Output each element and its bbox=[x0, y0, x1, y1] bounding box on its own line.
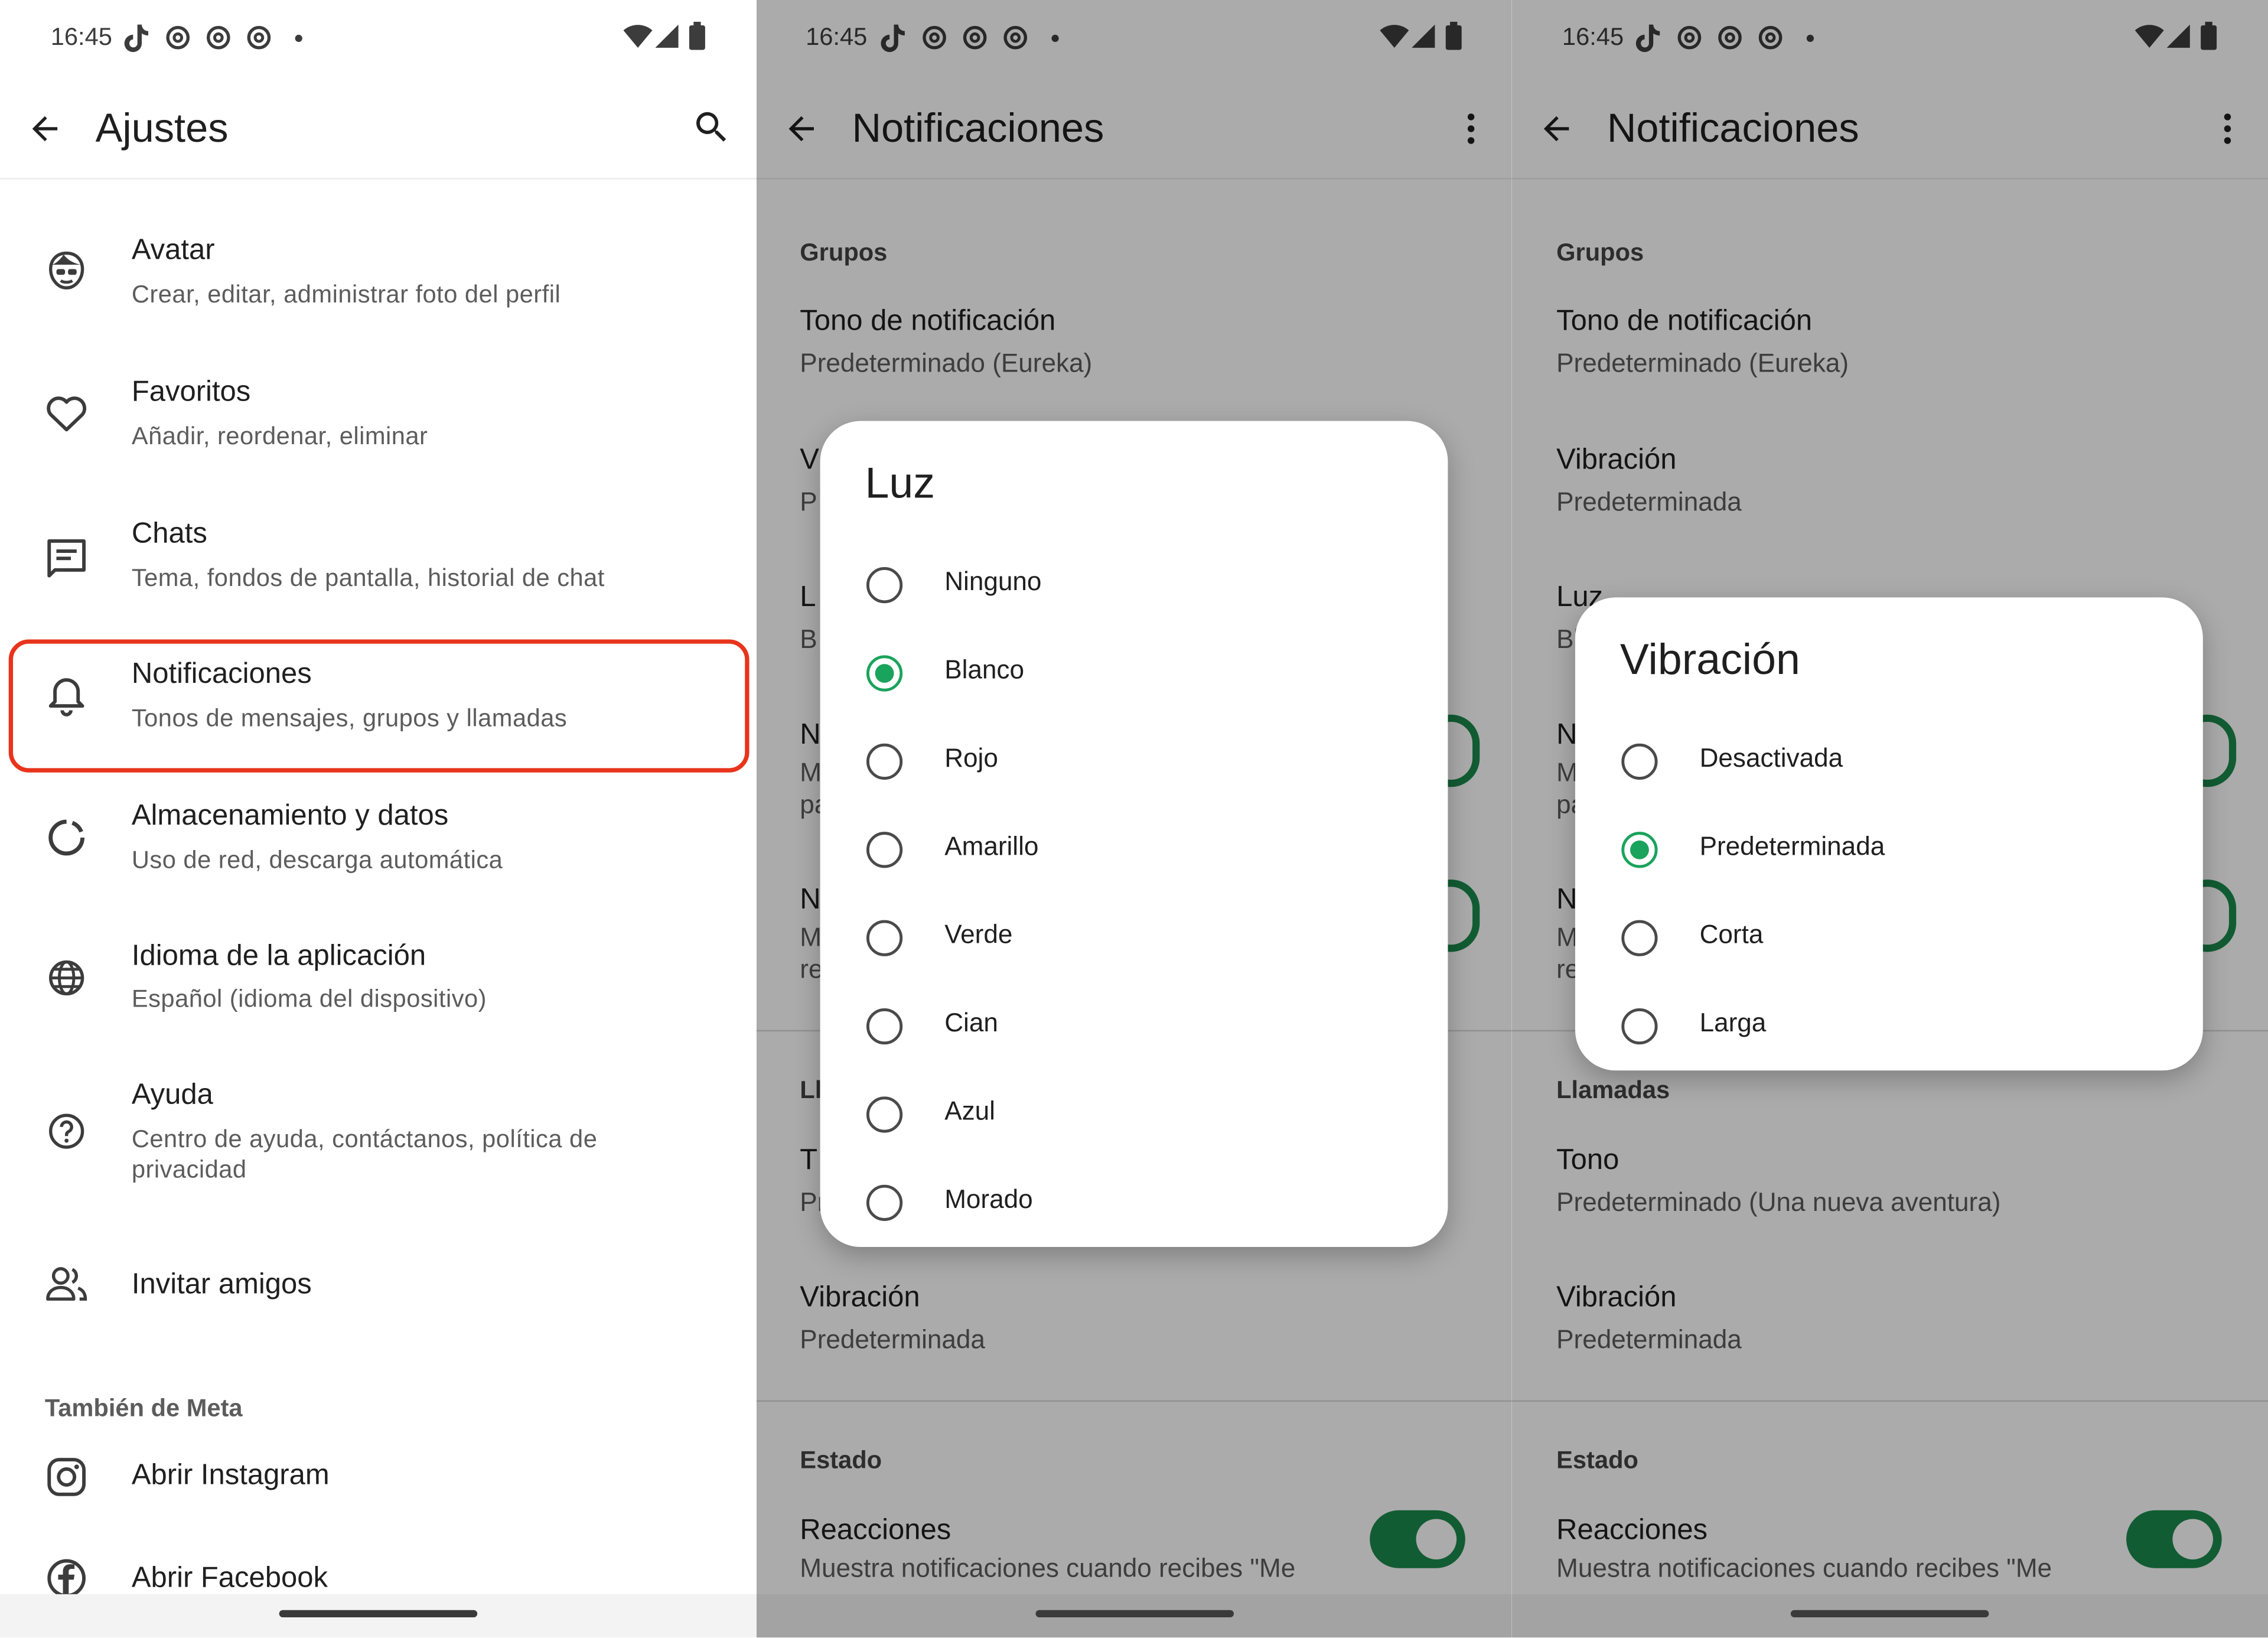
radio-option-label: Corta bbox=[1699, 920, 1764, 949]
settings-item-subtitle: Añadir, reordenar, eliminar bbox=[131, 422, 428, 450]
radio-option-label: Rojo bbox=[944, 743, 998, 773]
settings-item-subtitle: Crear, editar, administrar foto del perf… bbox=[131, 281, 561, 308]
threads-icon bbox=[247, 25, 271, 50]
notification-dot bbox=[295, 34, 302, 43]
instagram-icon bbox=[47, 1458, 86, 1496]
radio-unselected-icon[interactable] bbox=[1621, 1008, 1658, 1045]
threads-icon bbox=[166, 25, 190, 50]
radio-selected-icon[interactable] bbox=[1621, 832, 1658, 868]
page-title: Ajustes bbox=[95, 105, 229, 151]
people-icon bbox=[46, 1267, 87, 1301]
radio-option-morado[interactable]: Morado bbox=[820, 1166, 1448, 1241]
radio-option-verde[interactable]: Verde bbox=[820, 901, 1448, 976]
avatar-face-icon bbox=[49, 251, 84, 290]
radio-unselected-icon[interactable] bbox=[1621, 743, 1658, 780]
radio-option-label: Verde bbox=[944, 920, 1013, 949]
settings-item-title: Idioma de la aplicación bbox=[131, 940, 426, 972]
vibration-dialog: Vibración Desactivada Predeterminada Corta… bbox=[1575, 597, 2203, 1071]
status-time: 16:45 bbox=[50, 23, 112, 51]
settings-item-subtitle: Centro de ayuda, contáctanos, política d… bbox=[131, 1125, 598, 1153]
tiktok-icon bbox=[124, 24, 149, 53]
threads-icon bbox=[206, 25, 230, 50]
settings-item-subtitle: Español (idioma del dispositivo) bbox=[131, 985, 487, 1013]
radio-unselected-icon[interactable] bbox=[866, 1096, 903, 1133]
back-arrow-icon[interactable] bbox=[26, 110, 64, 148]
settings-item-title: Ayuda bbox=[131, 1079, 213, 1111]
light-dialog: Luz Ninguno Blanco Rojo Amarillo Verde Cian Az… bbox=[820, 421, 1448, 1248]
radio-option-azul[interactable]: Azul bbox=[820, 1078, 1448, 1153]
settings-item-title: Invitar amigos bbox=[131, 1268, 312, 1301]
radio-option-cian[interactable]: Cian bbox=[820, 989, 1448, 1064]
settings-item-title: Favoritos bbox=[131, 376, 251, 408]
dialog-title: Luz bbox=[865, 460, 935, 508]
settings-item-title: Avatar bbox=[131, 234, 215, 266]
heart-icon bbox=[47, 396, 87, 432]
globe-icon bbox=[49, 960, 84, 996]
notifications-screen-vibration: 16:45 Notificaciones Grupos Tono de noti… bbox=[1511, 0, 2268, 1638]
settings-item-subtitle: Uso de red, descarga automática bbox=[131, 846, 503, 874]
chat-icon bbox=[47, 539, 86, 578]
radio-unselected-icon[interactable] bbox=[866, 1008, 903, 1045]
battery-icon bbox=[689, 21, 705, 50]
radio-selected-icon[interactable] bbox=[866, 655, 903, 692]
radio-option-desactivada[interactable]: Desactivada bbox=[1575, 725, 2203, 800]
radio-option-corta[interactable]: Corta bbox=[1575, 901, 2203, 976]
radio-option-label: Azul bbox=[944, 1096, 995, 1126]
radio-option-label: Amarillo bbox=[944, 832, 1039, 861]
home-gesture-handle[interactable] bbox=[1790, 1610, 1989, 1617]
radio-option-amarillo[interactable]: Amarillo bbox=[820, 813, 1448, 888]
help-icon bbox=[49, 1113, 84, 1149]
settings-item-title: Almacenamiento y datos bbox=[131, 800, 449, 832]
section-header-meta: También de Meta bbox=[44, 1394, 243, 1422]
radio-unselected-icon[interactable] bbox=[1621, 920, 1658, 956]
search-icon[interactable] bbox=[692, 107, 732, 148]
radio-option-label: Ninguno bbox=[944, 567, 1042, 596]
settings-item-title: Chats bbox=[131, 517, 207, 550]
notifications-screen-light: 16:45 Notificaciones Grupos Tono de noti… bbox=[756, 0, 1512, 1638]
settings-item-subtitle-cont: privacidad bbox=[131, 1155, 247, 1184]
radio-option-label: Desactivada bbox=[1699, 743, 1843, 773]
settings-item-subtitle: Tema, fondos de pantalla, historial de c… bbox=[131, 564, 605, 592]
radio-option-blanco[interactable]: Blanco bbox=[820, 637, 1448, 712]
radio-unselected-icon[interactable] bbox=[866, 832, 903, 868]
highlight-annotation bbox=[8, 639, 750, 773]
radio-option-rojo[interactable]: Rojo bbox=[820, 725, 1448, 800]
radio-option-label: Blanco bbox=[944, 655, 1025, 685]
radio-option-label: Cian bbox=[944, 1008, 998, 1037]
settings-item-title: Abrir Facebook bbox=[131, 1562, 328, 1594]
home-gesture-handle[interactable] bbox=[279, 1610, 478, 1617]
settings-screen: 16:45 Ajustes Avatar Crear, editar, admi… bbox=[0, 0, 757, 1638]
home-gesture-handle[interactable] bbox=[1035, 1610, 1234, 1617]
radio-unselected-icon[interactable] bbox=[866, 920, 903, 956]
radio-unselected-icon[interactable] bbox=[866, 743, 903, 780]
settings-item-title: Abrir Instagram bbox=[131, 1460, 330, 1492]
storage-icon bbox=[48, 819, 85, 856]
app-bar-divider bbox=[0, 178, 757, 180]
radio-option-predeterminada[interactable]: Predeterminada bbox=[1575, 813, 2203, 888]
radio-option-label: Predeterminada bbox=[1699, 832, 1885, 861]
radio-option-ninguno[interactable]: Ninguno bbox=[820, 548, 1448, 623]
dialog-title: Vibración bbox=[1619, 636, 1800, 685]
radio-option-label: Morado bbox=[944, 1184, 1033, 1214]
radio-option-label: Larga bbox=[1699, 1008, 1767, 1037]
radio-option-larga[interactable]: Larga bbox=[1575, 989, 2203, 1064]
radio-unselected-icon[interactable] bbox=[866, 567, 903, 604]
wifi-icon bbox=[623, 25, 653, 48]
radio-unselected-icon[interactable] bbox=[866, 1184, 903, 1221]
signal-icon bbox=[655, 24, 679, 48]
